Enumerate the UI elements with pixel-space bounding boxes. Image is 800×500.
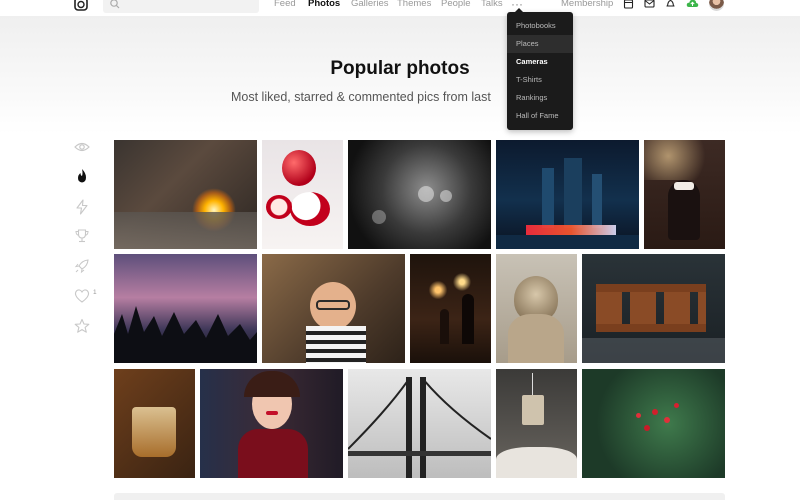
search-input[interactable]: [103, 0, 259, 13]
photo-tea-bag-cup[interactable]: [496, 369, 577, 478]
nav-item-photos[interactable]: Photos: [308, 0, 340, 9]
nav-item-themes[interactable]: Themes: [397, 0, 431, 9]
load-more-bar[interactable]: [114, 493, 725, 500]
logo-icon[interactable]: [73, 0, 89, 12]
heart-count: 1: [93, 289, 97, 296]
photo-red-apple-slices[interactable]: [262, 140, 343, 249]
menu-item-cameras[interactable]: Cameras: [507, 53, 573, 71]
calendar-icon[interactable]: [623, 0, 634, 9]
nav-item-membership[interactable]: Membership: [561, 0, 613, 9]
page-title: Popular photos: [330, 58, 470, 79]
photo-boy-glasses[interactable]: [262, 254, 405, 363]
page-header: Popular photos Most liked, starred & com…: [0, 16, 800, 140]
more-dropdown-menu: Photobooks Places Cameras T-Shirts Ranki…: [507, 8, 573, 130]
photo-woman-red-lipstick[interactable]: [200, 369, 343, 478]
photo-cat-looking-up[interactable]: [496, 254, 577, 363]
menu-item-hall-of-fame[interactable]: Hall of Fame: [507, 107, 573, 125]
trophy-icon[interactable]: [74, 228, 90, 244]
photo-bokeh-face-blackwhite[interactable]: [348, 140, 491, 249]
upload-cloud-icon[interactable]: [686, 0, 699, 9]
nav-item-galleries[interactable]: Galleries: [351, 0, 389, 9]
photo-girl-bow-christmas-lights[interactable]: [644, 140, 725, 249]
nav-item-talks[interactable]: Talks: [481, 0, 503, 9]
flame-icon[interactable]: [74, 168, 90, 184]
nav-item-people[interactable]: People: [441, 0, 471, 9]
menu-item-photobooks[interactable]: Photobooks: [507, 17, 573, 35]
page-subtitle: Most liked, starred & commented pics fro…: [231, 90, 491, 104]
menu-item-tshirts[interactable]: T-Shirts: [507, 71, 573, 89]
photo-bridge-blackwhite[interactable]: [348, 369, 491, 478]
photo-night-street-people[interactable]: [410, 254, 491, 363]
star-icon[interactable]: [74, 318, 90, 334]
lightning-icon[interactable]: [74, 199, 90, 215]
avatar[interactable]: [709, 0, 724, 11]
menu-item-rankings[interactable]: Rankings: [507, 89, 573, 107]
top-navigation: Feed Photos Galleries Themes People Talk…: [0, 0, 800, 16]
eye-icon[interactable]: [74, 139, 90, 155]
tree-silhouette: [114, 306, 257, 363]
heart-icon[interactable]: [74, 288, 90, 304]
nav-item-feed[interactable]: Feed: [274, 0, 296, 9]
bridge-drawing: [348, 377, 491, 478]
photo-red-berries-green-leaves[interactable]: [582, 369, 725, 478]
photo-rusty-chain-brick[interactable]: [582, 254, 725, 363]
photo-toronto-city-night[interactable]: [496, 140, 639, 249]
photo-purple-sunset-trees[interactable]: [114, 254, 257, 363]
mail-icon[interactable]: [644, 0, 655, 9]
search-icon: [110, 0, 120, 9]
photo-glass-of-whisky[interactable]: [114, 369, 195, 478]
bell-icon[interactable]: [665, 0, 676, 9]
menu-item-places[interactable]: Places: [507, 35, 573, 53]
photo-fire-sparkler-street[interactable]: [114, 140, 257, 249]
rocket-icon[interactable]: [74, 258, 90, 274]
